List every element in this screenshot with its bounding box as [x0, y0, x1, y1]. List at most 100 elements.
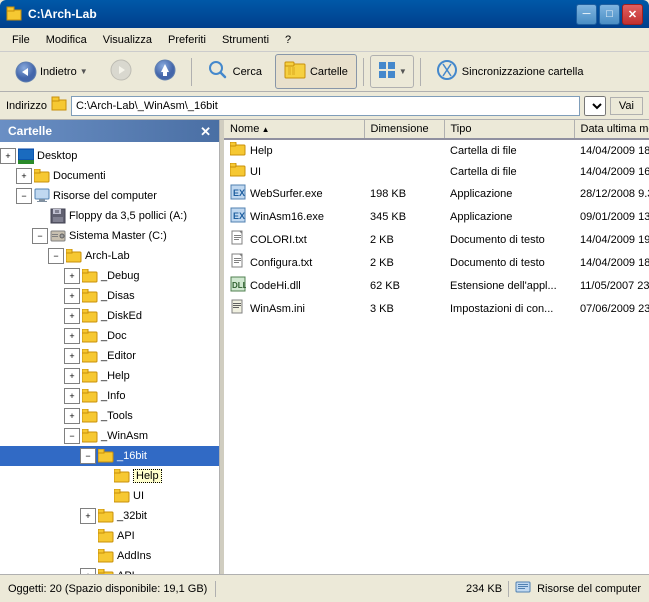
tree-item-16bit[interactable]: − _16bit [0, 446, 219, 466]
folders-button[interactable]: Cartelle [275, 54, 357, 89]
main-area: Cartelle ✕ +Desktop+ Documenti−Risorse d… [0, 120, 649, 574]
file-type: Estensione dell'appl... [444, 274, 574, 297]
tree-expander[interactable]: − [32, 228, 48, 244]
address-dropdown[interactable] [584, 96, 606, 116]
address-label: Indirizzo [6, 100, 47, 112]
view-button[interactable]: ▼ [370, 55, 414, 88]
tree-expander[interactable]: + [64, 388, 80, 404]
tree-item-floppy[interactable]: Floppy da 3,5 pollici (A:) [0, 206, 219, 226]
tree-expander[interactable]: − [48, 248, 64, 264]
tree-item-editor[interactable]: + _Editor [0, 346, 219, 366]
tree-item-addins[interactable]: AddIns [0, 546, 219, 566]
file-list-scroll[interactable]: Nome Dimensione Tipo Data ultima modific… [224, 120, 649, 574]
file-size [364, 161, 444, 182]
sync-button[interactable]: Sincronizzazione cartella [427, 54, 593, 89]
tree-item-doc[interactable]: + _Doc [0, 326, 219, 346]
tree-expander[interactable]: + [64, 328, 80, 344]
view-dropdown-icon[interactable]: ▼ [399, 67, 407, 76]
tree-item-tools_sub[interactable]: + _Tools [0, 406, 219, 426]
table-row[interactable]: UI Cartella di file 14/04/2009 16.36 [224, 161, 649, 182]
search-label: Cerca [233, 66, 262, 78]
col-modified[interactable]: Data ultima modifica [574, 120, 649, 139]
go-button[interactable]: Vai [610, 97, 643, 115]
panel-close-button[interactable]: ✕ [200, 125, 211, 138]
tree-item-desktop[interactable]: + Desktop [0, 146, 219, 166]
table-row[interactable]: WinAsm.ini 3 KB Impostazioni di con... 0… [224, 297, 649, 320]
tree-item-c_drive[interactable]: −Sistema Master (C:) [0, 226, 219, 246]
menu-preferiti[interactable]: Preferiti [160, 31, 214, 49]
tree-expander[interactable]: − [80, 448, 96, 464]
table-row[interactable]: Configura.txt 2 KB Documento di testo 14… [224, 251, 649, 274]
svg-text:EX: EX [233, 188, 245, 198]
tree-item-documents[interactable]: + Documenti [0, 166, 219, 186]
tree-expander[interactable]: − [64, 428, 80, 444]
tree-expander[interactable]: + [64, 348, 80, 364]
file-type: Cartella di file [444, 139, 574, 161]
tree-item-help_16[interactable]: Help [0, 466, 219, 486]
window-icon [6, 6, 22, 22]
tree-item-info[interactable]: + _Info [0, 386, 219, 406]
table-row[interactable]: DLL CodeHi.dll 62 KB Estensione dell'app… [224, 274, 649, 297]
tree-item-ui_16[interactable]: UI [0, 486, 219, 506]
tree-expander[interactable]: + [64, 368, 80, 384]
menu-modifica[interactable]: Modifica [38, 31, 95, 49]
address-icon [51, 96, 67, 115]
minimize-button[interactable]: ─ [576, 4, 597, 25]
tree-expander[interactable]: + [64, 288, 80, 304]
tree-label: _Help [101, 370, 130, 382]
tree-label: API [117, 570, 135, 574]
tree-item-api2[interactable]: + API [0, 566, 219, 574]
table-row[interactable]: EX WebSurfer.exe 198 KB Applicazione 28/… [224, 182, 649, 205]
tree-expander[interactable]: + [80, 568, 96, 574]
back-dropdown-icon[interactable]: ▼ [80, 67, 88, 76]
table-row[interactable]: COLORI.txt 2 KB Documento di testo 14/04… [224, 228, 649, 251]
table-row[interactable]: Help Cartella di file 14/04/2009 18.35 [224, 139, 649, 161]
tree-label: Desktop [37, 150, 77, 162]
menu-help[interactable]: ? [277, 31, 299, 49]
left-panel: Cartelle ✕ +Desktop+ Documenti−Risorse d… [0, 120, 220, 574]
file-name: WinAsm.ini [224, 297, 364, 320]
menu-strumenti[interactable]: Strumenti [214, 31, 277, 49]
close-button[interactable]: ✕ [622, 4, 643, 25]
tree-label: AddIns [117, 550, 151, 562]
back-button[interactable]: Indietro ▼ [6, 56, 97, 88]
menu-file[interactable]: File [4, 31, 38, 49]
forward-button[interactable] [101, 54, 141, 89]
col-type[interactable]: Tipo [444, 120, 574, 139]
menu-visualizza[interactable]: Visualizza [95, 31, 160, 49]
file-size: 2 KB [364, 251, 444, 274]
tree-expander[interactable]: + [0, 148, 16, 164]
col-name[interactable]: Nome [224, 120, 364, 139]
table-row[interactable]: EX WinAsm16.exe 345 KB Applicazione 09/0… [224, 205, 649, 228]
folder-icon [82, 268, 98, 284]
folder-icon [82, 328, 98, 344]
tree-container[interactable]: + Desktop + Documenti−Risorse del computer… [0, 142, 219, 574]
file-name: UI [224, 161, 364, 182]
status-sep1 [215, 581, 216, 597]
col-size[interactable]: Dimensione [364, 120, 444, 139]
tree-expander[interactable]: + [64, 268, 80, 284]
tree-item-disas[interactable]: + _Disas [0, 286, 219, 306]
folder-icon [82, 388, 98, 404]
address-input[interactable] [71, 96, 580, 116]
tree-item-debug[interactable]: + _Debug [0, 266, 219, 286]
search-icon [207, 59, 229, 84]
tree-expander[interactable]: + [64, 408, 80, 424]
tree-item-help_sub[interactable]: + _Help [0, 366, 219, 386]
file-modified: 07/06/2009 23.12 [574, 297, 649, 320]
up-button[interactable] [145, 54, 185, 89]
tree-label: UI [133, 490, 144, 502]
tree-item-winasm[interactable]: − _WinAsm [0, 426, 219, 446]
tree-expander[interactable]: + [16, 168, 32, 184]
file-name: COLORI.txt [224, 228, 364, 251]
tree-expander[interactable]: + [80, 508, 96, 524]
maximize-button[interactable]: □ [599, 4, 620, 25]
tree-item-api[interactable]: API [0, 526, 219, 546]
tree-expander[interactable]: + [64, 308, 80, 324]
search-button[interactable]: Cerca [198, 54, 271, 89]
tree-expander[interactable]: − [16, 188, 32, 204]
tree-item-archlab[interactable]: − Arch-Lab [0, 246, 219, 266]
tree-item-32bit[interactable]: + _32bit [0, 506, 219, 526]
tree-item-risorse[interactable]: −Risorse del computer [0, 186, 219, 206]
tree-item-disked[interactable]: + _DiskEd [0, 306, 219, 326]
